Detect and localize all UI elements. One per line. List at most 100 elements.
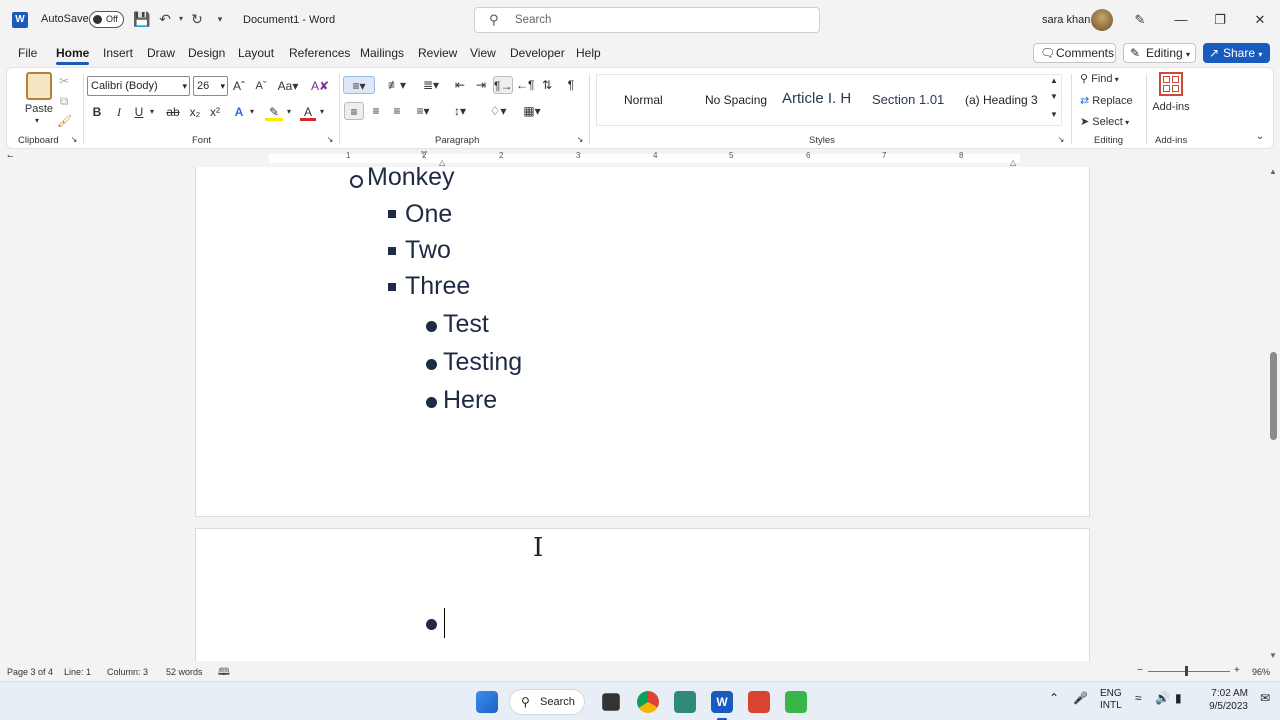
italic-button[interactable]: I	[112, 103, 126, 121]
notepad-icon[interactable]	[674, 691, 696, 713]
collapse-ribbon-icon[interactable]: ⌄	[1253, 128, 1267, 146]
zoom-in-button[interactable]: +	[1234, 665, 1240, 676]
minimize-button[interactable]: —	[1171, 10, 1191, 30]
avatar[interactable]	[1091, 9, 1113, 31]
paste-dropdown-icon[interactable]: ▾	[29, 112, 45, 130]
chrome-icon[interactable]	[637, 691, 659, 713]
font-color-icon[interactable]: A	[300, 103, 316, 121]
undo-dropdown-icon[interactable]: ▾	[173, 11, 189, 27]
editing-mode-button[interactable]: ✎ Editing ▾	[1123, 43, 1196, 63]
tab-design[interactable]: Design	[188, 46, 225, 60]
grow-font-icon[interactable]: Aˆ	[231, 77, 247, 95]
style-normal[interactable]: Normal	[624, 93, 663, 107]
strikethrough-button[interactable]: ab	[164, 103, 182, 121]
save-icon[interactable]: 💾	[133, 11, 150, 27]
close-button[interactable]: ✕	[1250, 10, 1270, 30]
clock[interactable]: 7:02 AM 9/5/2023	[1200, 687, 1248, 713]
borders-icon[interactable]: ▦▾	[517, 102, 547, 120]
autosave-toggle[interactable]: Off	[89, 11, 124, 28]
line-spacing-icon[interactable]: ↕▾	[446, 102, 474, 120]
chevron-up-icon[interactable]: ⌃	[1049, 691, 1059, 705]
cut-icon[interactable]: ✂	[57, 72, 71, 90]
zoom-level[interactable]: 96%	[1252, 667, 1270, 677]
style-heading-3[interactable]: (a) Heading 3	[965, 93, 1038, 107]
style-no-spacing[interactable]: No Spacing	[705, 93, 767, 107]
paragraph-launcher-icon[interactable]: ↘	[574, 131, 586, 149]
ltr-text-icon[interactable]: ¶→	[493, 76, 513, 94]
underline-button[interactable]: U	[132, 103, 146, 121]
chevron-down-icon[interactable]: ▾	[284, 103, 294, 121]
tab-draw[interactable]: Draw	[147, 46, 175, 60]
find-button[interactable]: ⚲ Find ▾	[1080, 72, 1119, 85]
search-box[interactable]: ⚲ Search	[474, 7, 820, 33]
tab-selector-icon[interactable]: ⌙	[7, 151, 14, 160]
format-painter-icon[interactable]: 🖌	[57, 112, 72, 130]
tab-review[interactable]: Review	[418, 46, 457, 60]
camtasia-green-icon[interactable]	[785, 691, 807, 713]
battery-icon[interactable]: ▮	[1175, 691, 1182, 705]
microphone-icon[interactable]: 🎤	[1073, 691, 1088, 705]
hanging-indent-marker[interactable]: △	[439, 158, 445, 167]
style-article[interactable]: Article I. H	[782, 90, 851, 107]
styles-more-icon[interactable]: ▼	[1047, 106, 1061, 124]
tab-file[interactable]: File	[18, 46, 37, 60]
shrink-font-icon[interactable]: Aˇ	[253, 77, 269, 95]
clipboard-launcher-icon[interactable]: ↘	[68, 131, 80, 149]
volume-icon[interactable]: 🔊	[1155, 691, 1170, 705]
align-right-icon[interactable]: ≡	[388, 102, 406, 120]
increase-indent-icon[interactable]: ⇥	[472, 76, 490, 94]
page[interactable]	[195, 167, 1090, 517]
chevron-down-icon[interactable]: ▾	[247, 103, 257, 121]
list-item-level2[interactable]: Three	[405, 272, 470, 301]
restore-button[interactable]: ❐	[1210, 10, 1230, 30]
paste-icon[interactable]	[26, 72, 52, 100]
tab-references[interactable]: References	[289, 46, 350, 60]
document-canvas[interactable]: Monkey One Two Three Test Testing Here I	[0, 167, 1268, 661]
font-launcher-icon[interactable]: ↘	[324, 131, 336, 149]
shading-icon[interactable]: ♢▾	[483, 102, 513, 120]
tab-view[interactable]: View	[470, 46, 496, 60]
styles-scroll-down-icon[interactable]: ▼	[1047, 88, 1061, 106]
wifi-icon[interactable]: ≈	[1135, 691, 1142, 705]
proofing-icon[interactable]: 🕮	[218, 665, 230, 682]
first-line-indent-marker[interactable]: ▽	[421, 149, 427, 158]
task-view-icon[interactable]	[602, 693, 620, 711]
font-size-select[interactable]: 26 ▾	[193, 76, 228, 96]
notification-icon[interactable]: ✉	[1260, 691, 1270, 705]
tab-mailings[interactable]: Mailings	[360, 46, 404, 60]
tab-help[interactable]: Help	[576, 46, 601, 60]
taskbar-search[interactable]: ⚲ Search	[509, 689, 585, 715]
sort-icon[interactable]: ⇅	[537, 76, 557, 94]
subscript-button[interactable]: x₂	[188, 103, 202, 121]
select-button[interactable]: ➤ Select ▾	[1080, 115, 1129, 128]
page[interactable]	[195, 528, 1090, 661]
zoom-slider-thumb[interactable]	[1185, 666, 1188, 676]
page-count[interactable]: Page 3 of 4	[7, 667, 53, 677]
zoom-out-button[interactable]: −	[1137, 665, 1143, 676]
change-case-icon[interactable]: Aa▾	[275, 77, 301, 95]
decrease-indent-icon[interactable]: ⇤	[451, 76, 469, 94]
clear-formatting-icon[interactable]: A✘	[311, 77, 329, 95]
addins-icon[interactable]	[1159, 72, 1183, 96]
tab-insert[interactable]: Insert	[103, 46, 133, 60]
zoom-slider[interactable]	[1148, 671, 1230, 672]
bullets-button[interactable]: ≡▾	[343, 76, 375, 94]
chevron-down-icon[interactable]: ▾	[317, 103, 327, 121]
tab-home[interactable]: Home	[56, 46, 90, 65]
designer-pen-icon[interactable]: ✎	[1130, 10, 1150, 30]
list-item-level2[interactable]: One	[405, 200, 452, 229]
align-left-icon[interactable]: ≡	[344, 102, 364, 120]
right-indent-marker[interactable]: △	[1010, 158, 1016, 167]
word-count[interactable]: 52 words	[166, 667, 203, 677]
camtasia-red-icon[interactable]	[748, 691, 770, 713]
redo-icon[interactable]: ↻	[189, 11, 205, 27]
align-center-icon[interactable]: ≡	[367, 102, 385, 120]
share-button[interactable]: ↗ Share ▾	[1203, 43, 1270, 63]
addins-button[interactable]: Add-ins	[1149, 98, 1193, 116]
font-name-select[interactable]: Calibri (Body) ▾	[87, 76, 190, 96]
bold-button[interactable]: B	[90, 103, 104, 121]
superscript-button[interactable]: x²	[208, 103, 222, 121]
list-item-level2[interactable]: Two	[405, 236, 451, 265]
windows-start-icon[interactable]	[476, 691, 498, 713]
show-formatting-icon[interactable]: ¶	[563, 76, 579, 94]
